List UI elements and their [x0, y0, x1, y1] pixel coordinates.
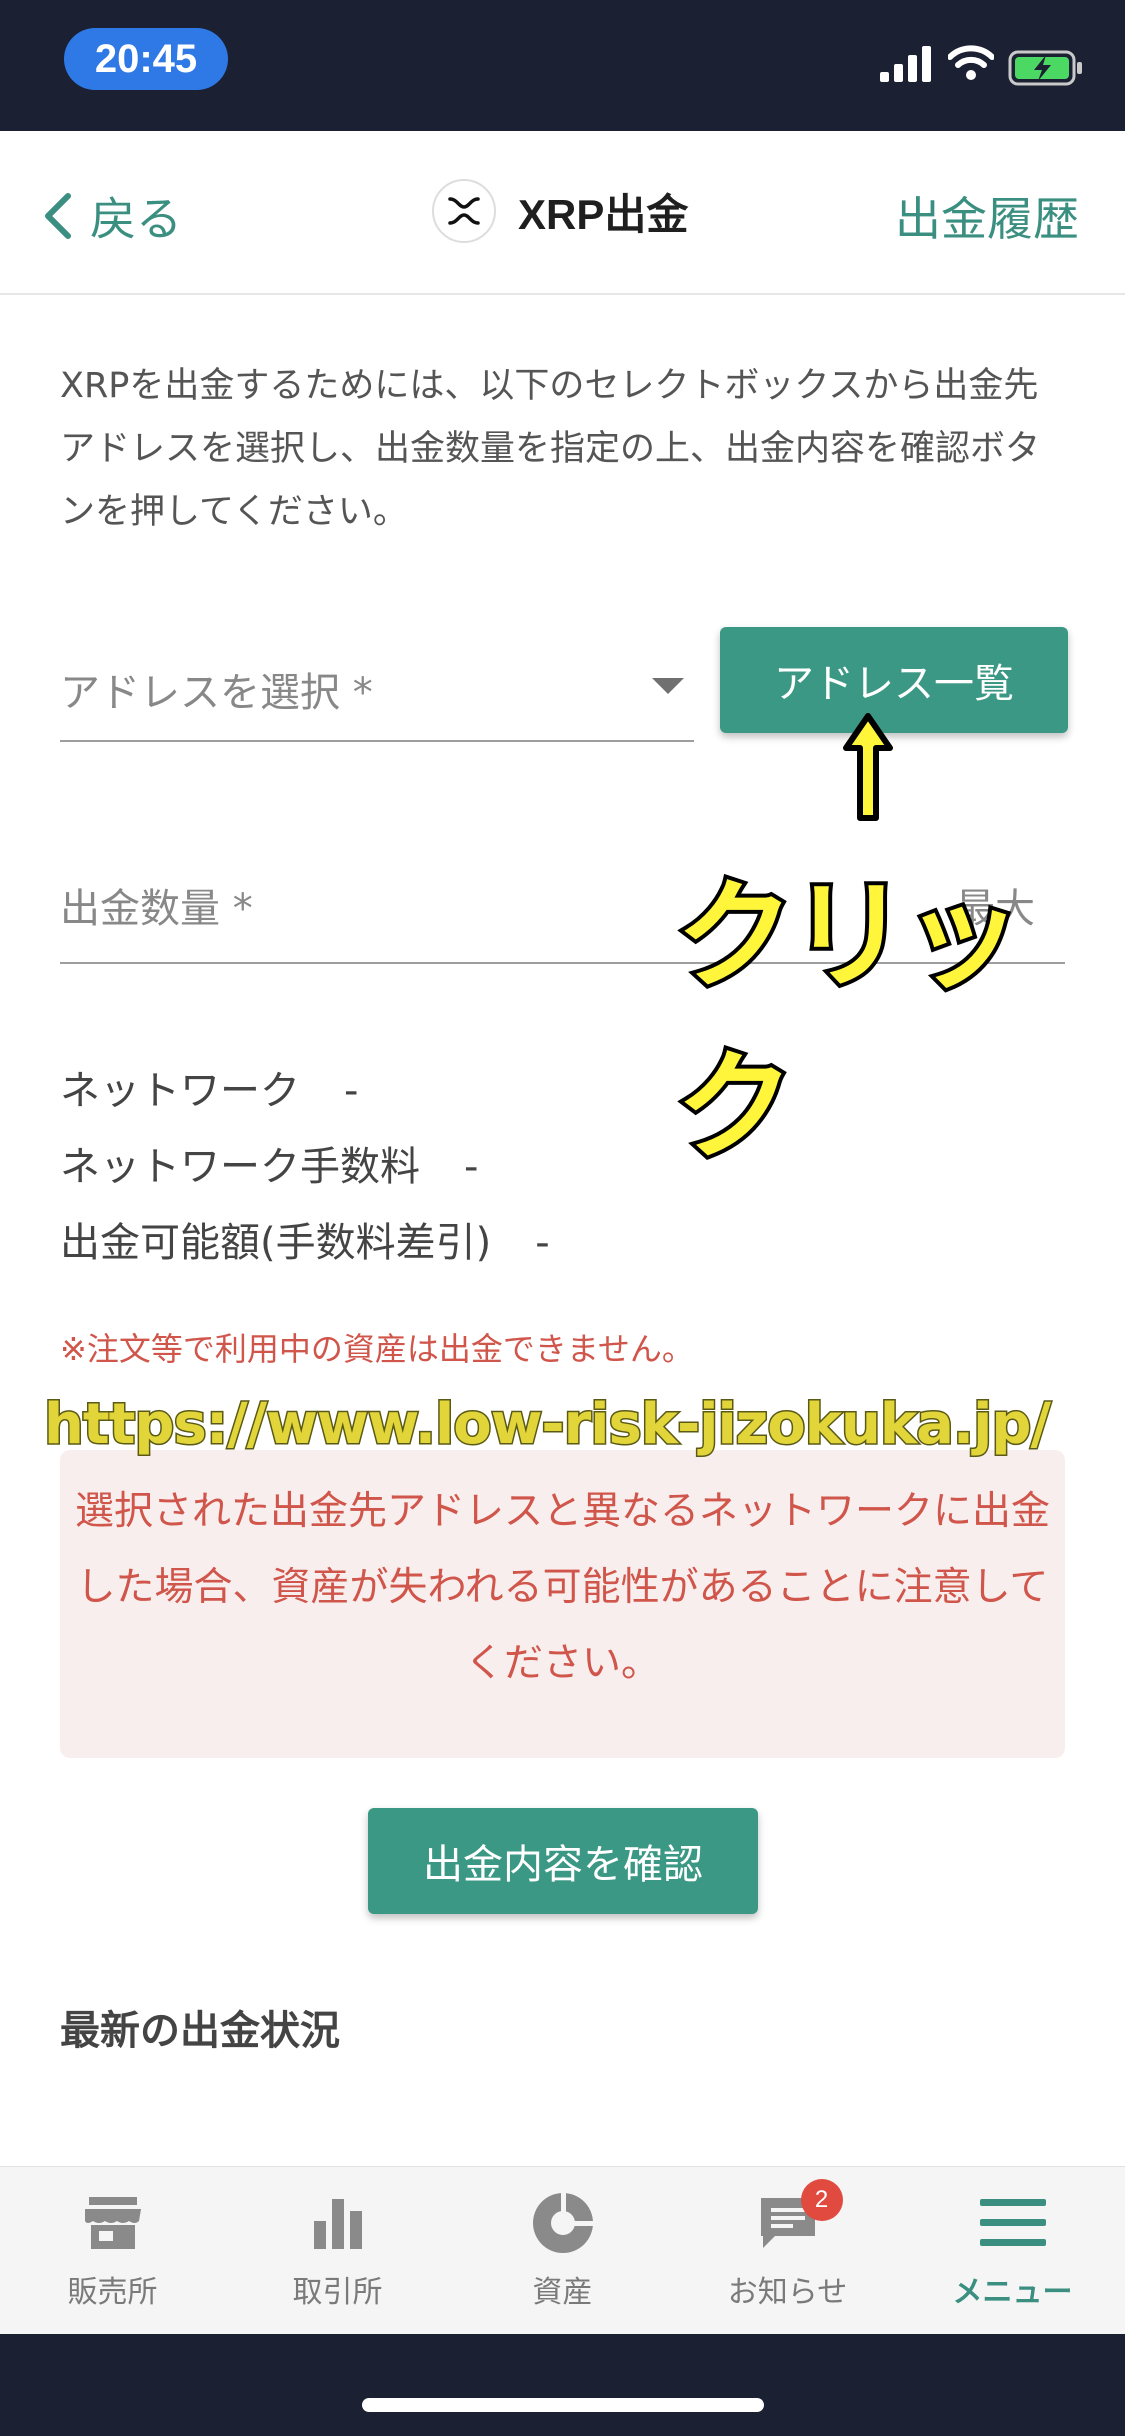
- tab-label: 資産: [532, 2275, 593, 2310]
- page-title: XRP出金: [518, 190, 689, 238]
- tab-exchange[interactable]: 取引所: [225, 2167, 450, 2335]
- available-amount-row: 出金可能額(手数料差引) -: [60, 1210, 550, 1268]
- network-row: ネットワーク -: [60, 1058, 358, 1116]
- available-amount-value: -: [535, 1220, 550, 1266]
- notification-badge: 2: [800, 2179, 843, 2221]
- signal-icon: [880, 46, 931, 82]
- address-select[interactable]: アドレスを選択 *: [60, 640, 694, 742]
- network-warning-box: 選択された出金先アドレスと異なるネットワークに出金した場合、資産が失われる可能性…: [60, 1450, 1065, 1758]
- message-icon: 2: [757, 2179, 843, 2255]
- tab-bar: 販売所 取引所 資産 2 お知らせ メニュー: [0, 2166, 1125, 2335]
- tab-notifications[interactable]: 2 お知らせ: [675, 2167, 900, 2335]
- back-button[interactable]: 戻る: [42, 183, 182, 249]
- tab-menu[interactable]: メニュー: [900, 2167, 1125, 2335]
- store-icon: [83, 2191, 143, 2255]
- network-fee-row: ネットワーク手数料 -: [60, 1134, 478, 1192]
- dropdown-caret-icon: [652, 678, 684, 694]
- status-time: 20:45: [64, 28, 228, 90]
- tab-assets[interactable]: 資産: [450, 2167, 675, 2335]
- wifi-icon: [948, 45, 994, 80]
- network-label: ネットワーク: [60, 1068, 300, 1114]
- menu-icon: [979, 2191, 1046, 2255]
- withdrawal-history-link[interactable]: 出金履歴: [895, 183, 1079, 249]
- click-annotation: クリック: [672, 863, 1026, 1180]
- status-bar: 20:45: [0, 0, 1125, 131]
- address-select-placeholder: アドレスを選択 *: [60, 670, 373, 716]
- tab-label: お知らせ: [727, 2275, 848, 2310]
- asset-note: ※注文等で利用中の資産は出金できません。: [60, 1330, 694, 1368]
- bar-chart-icon: [310, 2191, 366, 2255]
- nav-bar: 戻る XRP出金 出金履歴: [0, 131, 1125, 295]
- confirm-withdrawal-button[interactable]: 出金内容を確認: [368, 1808, 758, 1914]
- battery-icon: [1008, 50, 1082, 86]
- amount-placeholder: 出金数量 *: [60, 886, 253, 932]
- back-label: 戻る: [90, 192, 182, 246]
- home-indicator-area: [0, 2334, 1125, 2436]
- available-amount-label: 出金可能額(手数料差引): [60, 1220, 492, 1266]
- latest-withdrawal-heading: 最新の出金状況: [60, 2008, 340, 2054]
- tab-label: 販売所: [67, 2275, 158, 2310]
- watermark-url: https://www.low-risk-jizokuka.jp/: [43, 1391, 1053, 1459]
- network-fee-value: -: [464, 1144, 479, 1190]
- arrow-up-icon: [843, 713, 893, 821]
- instruction-text: XRPを出金するためには、以下のセレクトボックスから出金先アドレスを選択し、出金…: [60, 366, 1041, 532]
- chevron-left-icon: [45, 193, 71, 239]
- xrp-logo-icon: [432, 179, 496, 243]
- page-title-group: XRP出金: [432, 179, 688, 243]
- network-fee-label: ネットワーク手数料: [60, 1144, 420, 1190]
- tab-label: メニュー: [952, 2275, 1073, 2310]
- tab-store[interactable]: 販売所: [0, 2167, 225, 2335]
- pie-chart-icon: [532, 2191, 594, 2255]
- network-value: -: [344, 1068, 359, 1114]
- tab-label: 取引所: [292, 2275, 383, 2310]
- home-indicator[interactable]: [362, 2398, 764, 2412]
